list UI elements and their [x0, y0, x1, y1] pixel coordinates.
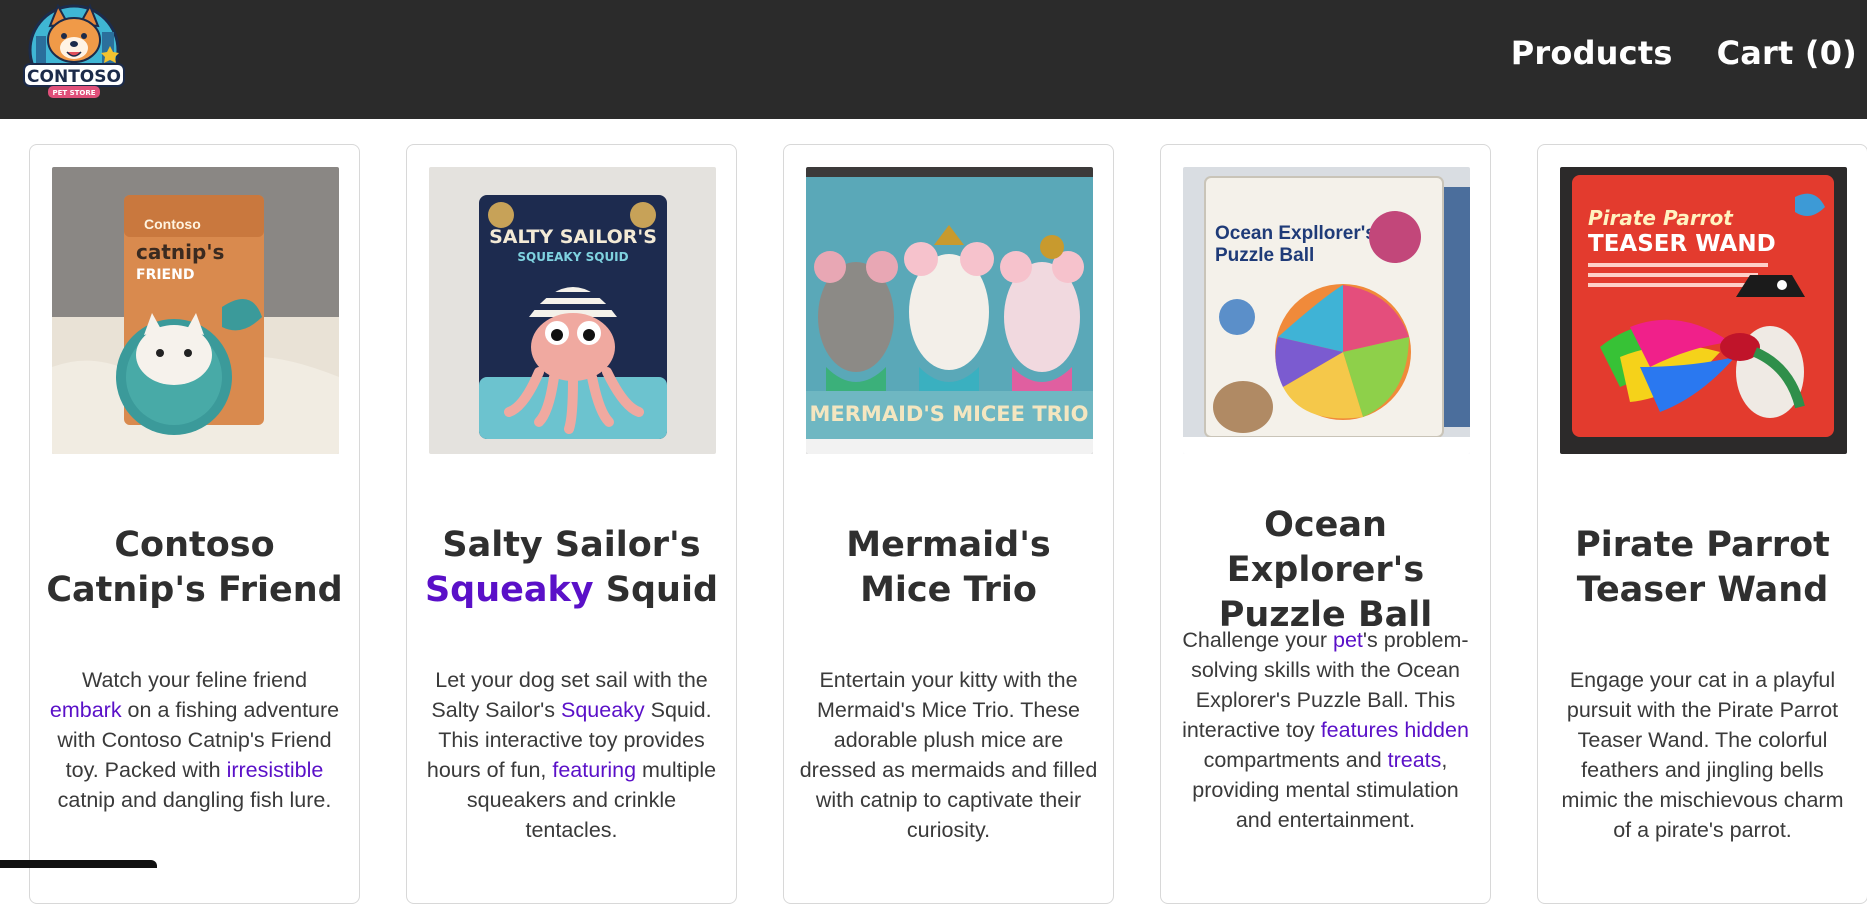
desc-link[interactable]: features hidden — [1321, 718, 1469, 742]
package-title: Ocean Expllorer's — [1215, 223, 1376, 244]
package-subtitle: SQUEAKY SQUID — [517, 250, 628, 264]
product-card[interactable]: Pirate Parrot TEASER WAND Pirate Parrot … — [1537, 144, 1867, 904]
product-title[interactable]: Pirate Parrot Teaser Wand — [1554, 523, 1851, 613]
product-title[interactable]: Salty Sailor's Squeaky Squid — [423, 523, 720, 613]
product-description: Let your dog set sail with the Salty Sai… — [426, 668, 717, 842]
main-nav: Products Cart (0) — [1511, 34, 1857, 72]
product-image[interactable]: SALTY SAILOR'S SQUEAKY SQUID — [429, 167, 716, 454]
product-title[interactable]: Ocean Explorer's Puzzle Ball — [1177, 503, 1474, 638]
product-description: Engage your cat in a playful pursuit wit… — [1561, 668, 1844, 842]
desc-link[interactable]: featuring — [552, 758, 636, 782]
title-link[interactable]: Squeaky — [425, 570, 594, 610]
product-image[interactable]: Contoso catnip's FRIEND — [52, 167, 339, 454]
package-title: catnip's — [136, 240, 224, 264]
product-card[interactable]: Contoso catnip's FRIEND Contoso Catnip's… — [29, 144, 360, 904]
package-subtitle: TEASER WAND — [1588, 231, 1776, 257]
status-bar — [0, 860, 157, 868]
desc-link[interactable]: Squeaky — [561, 698, 645, 722]
product-image[interactable]: Pirate Parrot TEASER WAND — [1560, 167, 1847, 454]
logo-subtext: PET STORE — [52, 89, 95, 97]
product-title[interactable]: Contoso Catnip's Friend — [46, 523, 343, 613]
site-header: CONTOSO PET STORE Products Cart (0) — [0, 0, 1867, 119]
product-image[interactable]: Ocean Expllorer's Puzzle Ball — [1183, 167, 1470, 454]
nav-products-link[interactable]: Products — [1511, 34, 1673, 72]
product-image[interactable]: MERMAID'S MICEE TRIO — [806, 167, 1093, 454]
product-description: Watch your feline friend embark on a fis… — [49, 668, 340, 812]
package-title: MERMAID'S MICEE TRIO — [810, 402, 1089, 426]
product-description: Challenge your pet's problem-solving ski… — [1182, 628, 1469, 832]
nav-cart-link[interactable]: Cart (0) — [1717, 34, 1857, 72]
product-description: Entertain your kitty with the Mermaid's … — [799, 668, 1098, 842]
package-brand: Contoso — [144, 216, 201, 232]
product-card[interactable]: MERMAID'S MICEE TRIO Mermaid's Mice Trio… — [783, 144, 1114, 904]
package-title: Pirate Parrot — [1588, 206, 1734, 230]
desc-link[interactable]: pet — [1333, 628, 1363, 652]
contoso-pet-store-logo[interactable]: CONTOSO PET STORE — [18, 2, 130, 106]
desc-link[interactable]: irresistible — [227, 758, 324, 782]
product-card[interactable]: SALTY SAILOR'S SQUEAKY SQUID Salty Sailo… — [406, 144, 737, 904]
desc-link[interactable]: embark — [50, 698, 122, 722]
logo-text: CONTOSO — [27, 67, 121, 87]
package-subtitle: FRIEND — [136, 267, 194, 283]
product-title[interactable]: Mermaid's Mice Trio — [800, 523, 1097, 613]
desc-link[interactable]: treats — [1388, 748, 1442, 772]
package-subtitle: Puzzle Ball — [1215, 245, 1314, 266]
product-card[interactable]: Ocean Expllorer's Puzzle Ball Ocean Expl… — [1160, 144, 1491, 904]
package-title: SALTY SAILOR'S — [489, 226, 657, 248]
